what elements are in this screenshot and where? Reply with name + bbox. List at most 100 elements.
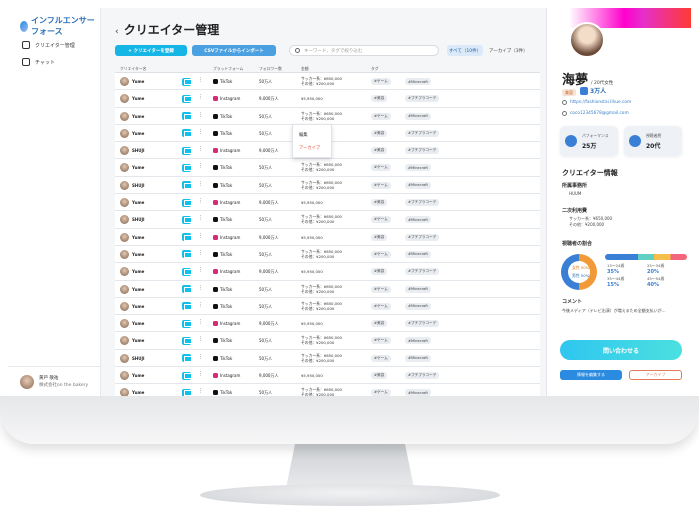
mail-icon[interactable] (182, 181, 192, 190)
contact-button[interactable]: 問い合わせる (560, 340, 682, 360)
edit-info-button[interactable]: 情報を編集する (560, 370, 622, 380)
mail-icon[interactable] (182, 112, 192, 121)
add-creator-button[interactable]: + クリエイターを登録 (115, 45, 187, 56)
tag-chip[interactable]: #Minecraft (405, 389, 431, 396)
mail-icon[interactable] (182, 163, 192, 172)
table-row[interactable]: Yume ⋮ TikTok 50万人 サッカー系：¥650,000 その他：¥200,00… (115, 297, 540, 316)
tag-chip[interactable]: #プチプラコーデ (405, 147, 440, 155)
mail-icon[interactable] (182, 302, 192, 311)
tag-chip[interactable]: #美容 (371, 95, 388, 103)
tag-chip[interactable]: #プチプラコーデ (405, 199, 440, 207)
tag-chip[interactable]: #プチプラコーデ (405, 268, 440, 276)
more-icon[interactable]: ⋮ (198, 388, 203, 394)
tag-chip[interactable]: #Minecraft (405, 216, 431, 224)
tag-chip[interactable]: #ゲーム (371, 285, 391, 293)
more-icon[interactable]: ⋮ (198, 198, 203, 204)
mail-icon[interactable] (182, 336, 192, 345)
tag-chip[interactable]: #Minecraft (405, 302, 431, 310)
tag-chip[interactable]: #美容 (371, 147, 388, 155)
csv-import-button[interactable]: CSVファイルからインポート (192, 45, 276, 56)
table-row[interactable]: Yume ⋮ TikTok 50万人 サッカー系：¥650,000 その他：¥200,00… (115, 384, 540, 396)
table-row[interactable]: SHUJI ⋮ TikTok 50万人 サッカー系：¥650,000 その他：¥200,0… (115, 211, 540, 229)
tag-chip[interactable]: #美容 (371, 199, 388, 207)
more-icon[interactable]: ⋮ (198, 336, 203, 342)
creator-email-link[interactable]: coco12345678@gmail.com (562, 111, 629, 116)
tag-chip[interactable]: #Minecraft (405, 164, 431, 172)
more-icon[interactable]: ⋮ (198, 285, 203, 291)
header-price[interactable]: 金額 (301, 66, 309, 72)
tag-chip[interactable]: #Minecraft (405, 354, 431, 362)
tag-chip[interactable]: #ゲーム (371, 389, 391, 396)
mail-icon[interactable] (182, 285, 192, 294)
header-tags[interactable]: タグ (371, 66, 379, 72)
tag-chip[interactable]: #Minecraft (405, 250, 431, 258)
tag-chip[interactable]: #美容 (371, 233, 388, 241)
more-icon[interactable]: ⋮ (198, 267, 203, 273)
mail-icon[interactable] (182, 129, 192, 138)
more-icon[interactable]: ⋮ (198, 250, 203, 256)
sidebar-item-chat[interactable]: チャット (22, 58, 55, 66)
tab-archive[interactable]: アーカイブ（3件） (489, 45, 539, 56)
tag-chip[interactable]: #美容 (371, 268, 388, 276)
tag-chip[interactable]: #ゲーム (371, 112, 391, 120)
mail-icon[interactable] (182, 267, 192, 276)
tag-chip[interactable]: #美容 (371, 129, 388, 137)
more-icon[interactable]: ⋮ (198, 77, 203, 83)
more-icon[interactable]: ⋮ (198, 129, 203, 135)
tag-chip[interactable]: #プチプラコーデ (405, 320, 440, 328)
table-row[interactable]: Yume ⋮ Instagram 9,000万人 ¥5,950,000 #美容 #プチプラコ… (115, 263, 540, 281)
more-icon[interactable]: ⋮ (198, 94, 203, 100)
more-icon[interactable]: ⋮ (198, 163, 203, 169)
header-platform[interactable]: プラットフォーム (213, 66, 243, 72)
more-icon[interactable]: ⋮ (198, 354, 203, 360)
user-profile[interactable]: 黄戸 敬祐 株式会社on the bakery (8, 366, 101, 396)
tag-chip[interactable]: #ゲーム (371, 78, 391, 85)
table-row[interactable]: Yume ⋮ TikTok 50万人 サッカー系：¥650,000 その他：¥200,00… (115, 159, 540, 177)
tab-all[interactable]: すべて（10件） (447, 45, 483, 56)
tag-chip[interactable]: #ゲーム (371, 354, 391, 362)
table-row[interactable]: Yume ⋮ Instagram 9,000万人 ¥5,950,000 #美容 #プチプラコ… (115, 228, 540, 246)
mail-icon[interactable] (182, 319, 192, 328)
tag-chip[interactable]: #プチプラコーデ (405, 129, 440, 137)
table-row[interactable]: Yume ⋮ Instagram 9,000万人 ¥5,950,000 #美容 #プチプラコ… (115, 367, 540, 385)
tag-chip[interactable]: #プチプラコーデ (405, 233, 440, 241)
mail-icon[interactable] (182, 233, 192, 242)
mail-icon[interactable] (182, 215, 192, 224)
tag-chip[interactable]: #美容 (371, 372, 388, 380)
more-icon[interactable]: ⋮ (198, 371, 203, 377)
table-row[interactable]: SHUJI ⋮ TikTok 50万人 サッカー系：¥650,000 その他：¥200,0… (115, 176, 540, 195)
table-row[interactable]: Yume ⋮ Instagram 9,000万人 ¥5,950,000 #美容 #プチプラコ… (115, 90, 540, 108)
more-icon[interactable]: ⋮ (198, 112, 203, 118)
table-row[interactable]: Yume ⋮ TikTok 50万人 サッカー系：¥650,000 その他：¥200,00… (115, 332, 540, 350)
mail-icon[interactable] (182, 371, 192, 380)
header-name[interactable]: クリエイター名 (120, 66, 146, 72)
tag-chip[interactable]: #ゲーム (371, 216, 391, 224)
mail-icon[interactable] (182, 146, 192, 155)
mail-icon[interactable] (182, 388, 192, 396)
header-followers[interactable]: フォロワー数 (259, 66, 282, 72)
tag-chip[interactable]: #Minecraft (405, 337, 431, 345)
more-icon[interactable]: ⋮ (198, 319, 203, 325)
mail-icon[interactable] (182, 77, 192, 86)
creator-url-link[interactable]: https://fashionstai.lihue.com (562, 100, 631, 105)
tag-chip[interactable]: #Minecraft (405, 78, 431, 85)
tag-chip[interactable]: #ゲーム (371, 164, 391, 172)
mail-icon[interactable] (182, 354, 192, 363)
tag-chip[interactable]: #プチプラコーデ (405, 372, 440, 380)
mail-icon[interactable] (182, 198, 192, 207)
table-row[interactable]: Yume ⋮ TikTok 50万人 サッカー系：¥650,000 その他：¥200,00… (115, 107, 540, 125)
table-row[interactable]: SHUJI ⋮ TikTok 50万人 サッカー系：¥650,000 その他：¥200,0… (115, 349, 540, 368)
more-icon[interactable]: ⋮ (198, 233, 203, 239)
tag-chip[interactable]: #Minecraft (405, 285, 431, 293)
archive-button[interactable]: アーカイブ (629, 370, 682, 380)
more-icon[interactable]: ⋮ (198, 302, 203, 308)
search-input[interactable]: キーワード、タグで絞り込む (289, 45, 439, 56)
more-icon[interactable]: ⋮ (198, 146, 203, 152)
menu-item-archive[interactable]: アーカイブ (299, 142, 325, 155)
app-logo[interactable]: インフルエンサーフォース (20, 15, 100, 37)
menu-item-edit[interactable]: 編集 (299, 129, 325, 142)
tag-chip[interactable]: #美容 (371, 320, 388, 328)
sidebar-item-creators[interactable]: クリエイター管理 (22, 41, 75, 49)
more-icon[interactable]: ⋮ (198, 181, 203, 187)
tag-chip[interactable]: #ゲーム (371, 250, 391, 258)
